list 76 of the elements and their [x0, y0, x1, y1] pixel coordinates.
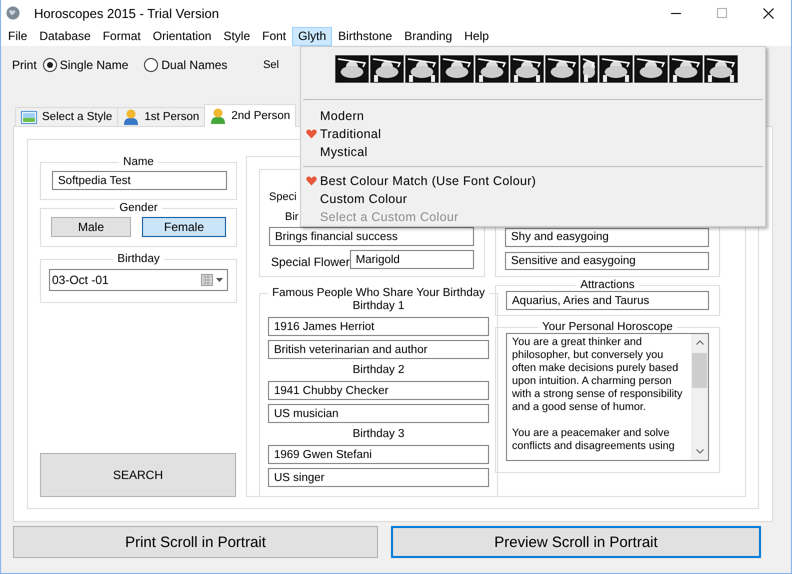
- scroll-button[interactable]: Preview Scroll in Portrait: [391, 526, 761, 558]
- app-globe-icon: [6, 6, 20, 20]
- description-field[interactable]: British veterinarian and author: [268, 340, 489, 359]
- glyph-tile-icon[interactable]: [545, 55, 579, 83]
- description-field[interactable]: US singer: [268, 468, 489, 487]
- trait-field[interactable]: Shy and easygoing: [505, 228, 709, 246]
- menu-item[interactable]: Database: [33, 26, 97, 46]
- glyph-tile-icon[interactable]: [440, 55, 474, 83]
- gender-button[interactable]: Female: [142, 217, 226, 237]
- image-icon: [21, 110, 37, 124]
- close-icon[interactable]: [762, 8, 774, 18]
- menu-item[interactable]: Style: [217, 26, 256, 46]
- glyph-tile-icon[interactable]: [669, 55, 703, 83]
- menu-option[interactable]: Traditional: [303, 125, 763, 143]
- glyph-tile-icon[interactable]: [704, 55, 738, 83]
- name-field[interactable]: Softpedia Test: [52, 171, 227, 190]
- select-label: Sel: [263, 59, 279, 71]
- glyph-tile-icon[interactable]: [580, 55, 598, 83]
- description-field[interactable]: US musician: [268, 404, 489, 423]
- glyph-tile-icon[interactable]: [335, 55, 369, 83]
- famous-name-field[interactable]: 1969 Gwen Stefani: [268, 445, 489, 464]
- window-title: Horoscopes 2015 - Trial Version: [34, 6, 219, 20]
- menu-item[interactable]: Birthstone: [332, 26, 398, 46]
- search-button[interactable]: SEARCH: [40, 453, 236, 497]
- person-icon: [210, 108, 226, 124]
- calendar-dropdown-icon[interactable]: [201, 274, 223, 286]
- famous-name-field[interactable]: 1941 Chubby Checker: [268, 381, 489, 400]
- group-title: Gender: [118, 202, 159, 214]
- field-label: Speci: [269, 191, 297, 203]
- menu-item[interactable]: Help: [458, 26, 495, 46]
- meaning-field[interactable]: Brings financial success: [269, 227, 474, 246]
- birthday-heading: Birthday 2: [352, 363, 406, 377]
- radio-button[interactable]: Dual Names: [144, 58, 228, 72]
- trait-field[interactable]: Sensitive and easygoing: [505, 252, 709, 270]
- field-label: Special Flower: [270, 254, 350, 268]
- menu-item[interactable]: File: [2, 26, 34, 46]
- tab[interactable]: 2nd Person: [204, 104, 296, 127]
- birthday-heading: Birthday 3: [352, 427, 406, 441]
- tab[interactable]: 1st Person: [117, 107, 206, 127]
- glyph-tile-icon[interactable]: [405, 55, 439, 83]
- menu-item[interactable]: Font: [256, 26, 292, 46]
- field-label: Bir: [285, 211, 298, 223]
- tab[interactable]: Select a Style: [15, 107, 118, 127]
- horoscope-paragraph: You are a peacemaker and solve conflicts and disagreements using: [512, 427, 676, 453]
- menu-option[interactable]: Modern: [303, 107, 763, 125]
- menu-option[interactable]: Custom Colour: [303, 190, 763, 208]
- famous-name-field[interactable]: 1916 James Herriot: [268, 317, 489, 336]
- menu-option[interactable]: Best Colour Match (Use Font Colour): [303, 172, 763, 190]
- glyph-tile-icon[interactable]: [599, 55, 633, 83]
- menu-item[interactable]: Orientation: [146, 26, 218, 46]
- birthday-heading: Birthday 1: [352, 299, 406, 313]
- glyph-tile-icon[interactable]: [634, 55, 668, 83]
- print-label: Print: [12, 58, 37, 72]
- menu-option[interactable]: Mystical: [303, 143, 763, 161]
- glyph-tile-icon[interactable]: [370, 55, 404, 83]
- person-icon: [123, 109, 140, 125]
- menu-item[interactable]: Glyth: [292, 26, 332, 46]
- group-title: Attractions: [579, 279, 636, 291]
- scrollbar[interactable]: [691, 334, 708, 460]
- group-title: Famous People Who Share Your Birthday: [271, 287, 486, 299]
- menu-item[interactable]: Format: [96, 26, 147, 46]
- scroll-button[interactable]: Print Scroll in Portrait: [13, 526, 378, 558]
- horoscope-text-area[interactable]: [506, 333, 709, 461]
- group-title: Name: [122, 156, 155, 168]
- group-title: Your Personal Horoscope: [541, 321, 674, 333]
- gender-button[interactable]: Male: [51, 217, 131, 237]
- date-picker[interactable]: 03-Oct -01: [49, 269, 228, 291]
- horoscope-paragraph: You are a great thinker and philosopher, but conversely you often make decisions purely based upon intuition. A charming person with a strong sense of responsibility and a good sense of humor.: [512, 336, 684, 414]
- flower-field[interactable]: Marigold: [350, 250, 474, 269]
- scroll-thumb[interactable]: [692, 353, 707, 388]
- radio-button[interactable]: Single Name: [42, 58, 128, 72]
- attractions-field[interactable]: Aquarius, Aries and Taurus: [506, 291, 709, 310]
- group-title: Birthday: [116, 253, 161, 265]
- glyph-tile-icon[interactable]: [475, 55, 509, 83]
- menu-item[interactable]: Branding: [398, 26, 458, 46]
- glyph-tile-icon[interactable]: [510, 55, 544, 83]
